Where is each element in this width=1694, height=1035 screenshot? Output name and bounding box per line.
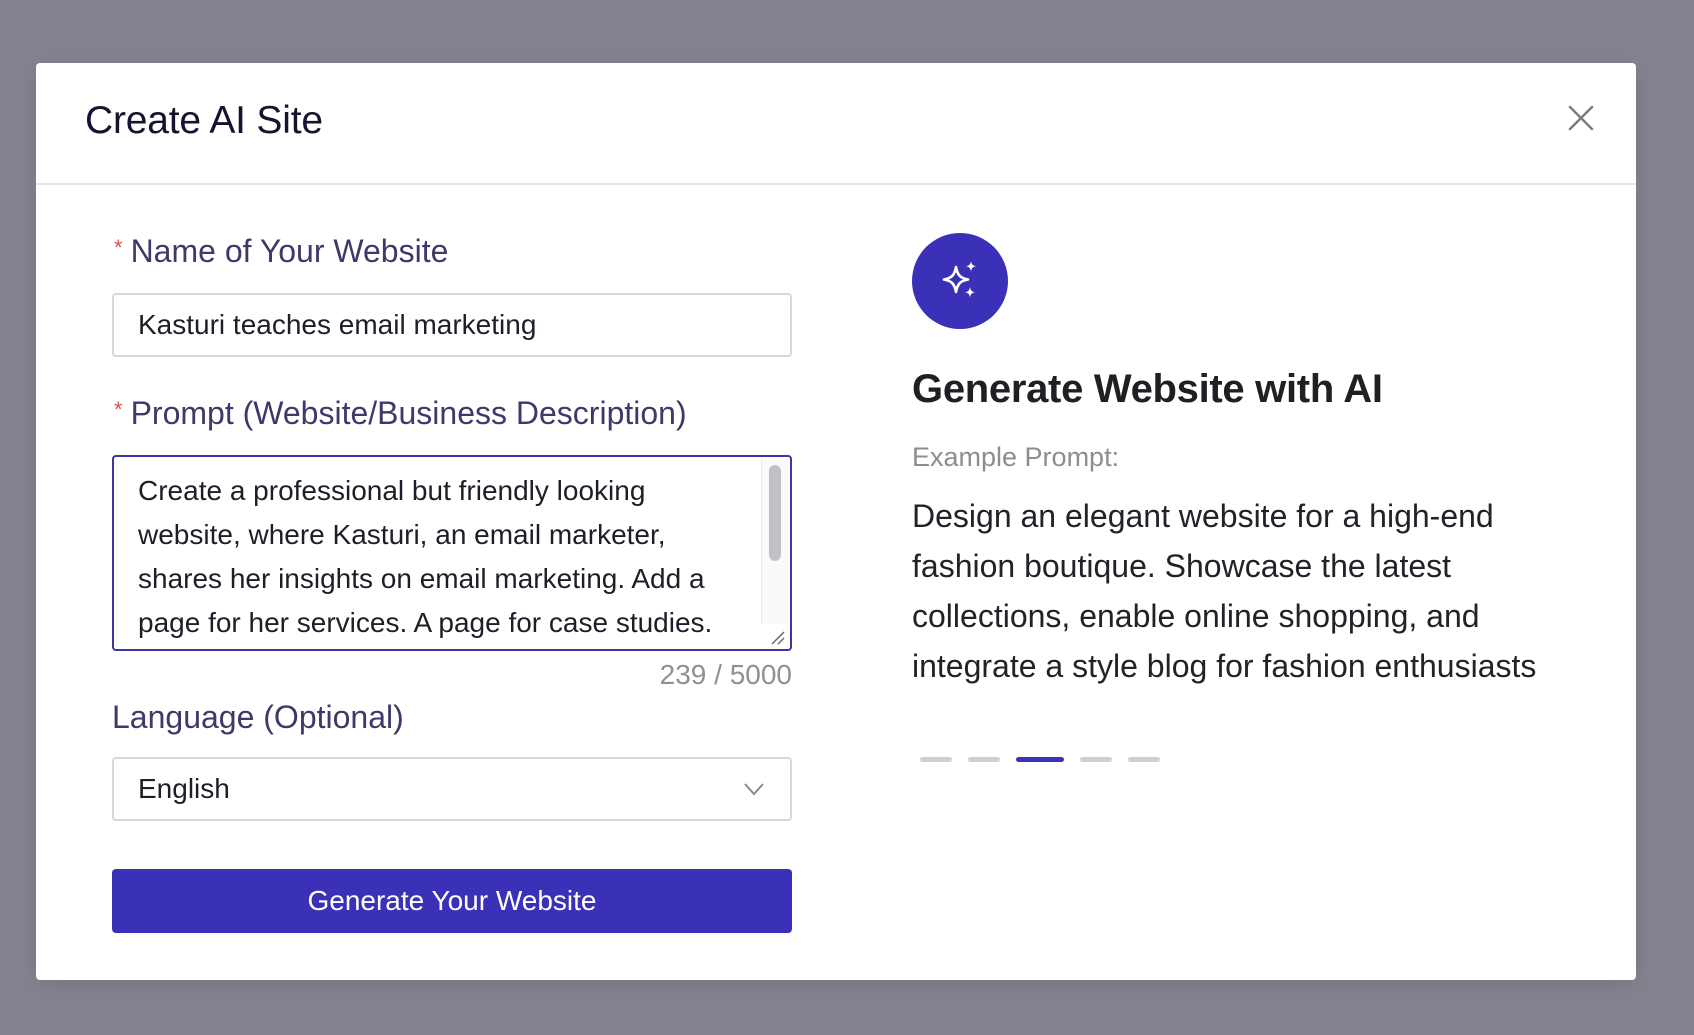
modal-title: Create AI Site	[85, 99, 323, 142]
required-marker: *	[114, 397, 123, 422]
create-ai-site-modal: Create AI Site * Name of Your Website Kas…	[36, 63, 1636, 980]
site-form: * Name of Your Website Kasturi teaches em…	[112, 235, 792, 933]
language-value: English	[138, 773, 230, 804]
required-marker: *	[114, 235, 123, 260]
ai-badge	[912, 233, 1008, 329]
ai-info-panel: Generate Website with AI Example Prompt:…	[912, 233, 1592, 762]
website-name-input[interactable]: Kasturi teaches email marketing	[112, 293, 792, 357]
carousel-indicators	[912, 757, 1592, 762]
carousel-dot[interactable]	[1016, 757, 1064, 762]
scrollbar-thumb[interactable]	[769, 465, 781, 561]
website-name-label: * Name of Your Website	[114, 235, 792, 267]
example-prompt-text: Design an elegant website for a high-end…	[912, 498, 1537, 684]
language-select[interactable]: English	[112, 757, 792, 821]
prompt-value: Create a professional but friendly looki…	[138, 475, 713, 638]
hero-title: Generate Website with AI	[912, 367, 1383, 411]
carousel-dot[interactable]	[1128, 757, 1160, 762]
prompt-scrollbar[interactable]	[761, 459, 788, 624]
character-counter: 239 / 5000	[659, 659, 792, 690]
carousel-dot[interactable]	[1080, 757, 1112, 762]
website-name-label-text: Name of Your Website	[130, 233, 449, 269]
prompt-label: * Prompt (Website/Business Description)	[114, 397, 792, 429]
modal-header: Create AI Site	[36, 63, 1636, 185]
close-button[interactable]	[1562, 99, 1600, 137]
website-name-value: Kasturi teaches email marketing	[138, 309, 537, 340]
sparkles-icon	[942, 261, 976, 298]
prompt-textarea[interactable]: Create a professional but friendly looki…	[112, 455, 792, 651]
generate-website-button[interactable]: Generate Your Website	[112, 869, 792, 933]
resize-grip-icon[interactable]	[766, 626, 786, 646]
language-label: Language (Optional)	[112, 699, 404, 735]
example-prompt-label: Example Prompt:	[912, 442, 1120, 472]
close-icon	[1568, 105, 1594, 131]
carousel-dot[interactable]	[920, 757, 952, 762]
prompt-label-text: Prompt (Website/Business Description)	[130, 395, 687, 431]
carousel-dot[interactable]	[968, 757, 1000, 762]
chevron-down-icon	[744, 783, 764, 796]
